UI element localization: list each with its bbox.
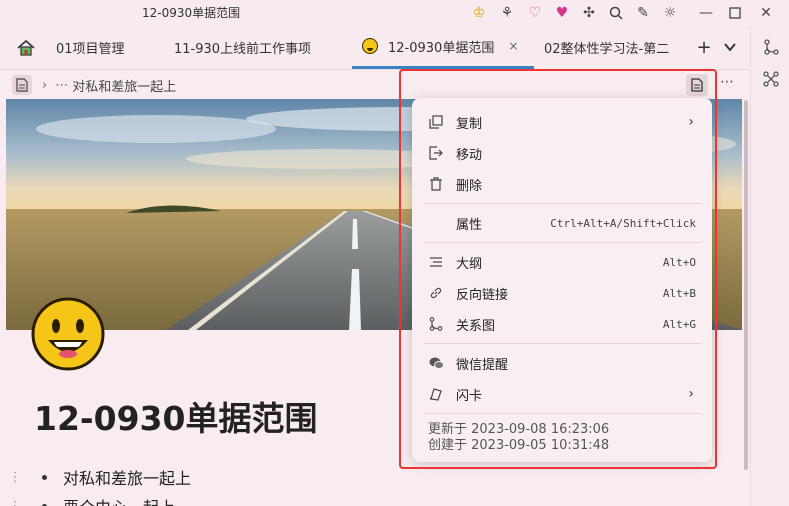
- add-tab-icon[interactable]: +: [693, 36, 715, 58]
- document-icon[interactable]: [12, 75, 32, 95]
- flashcard-icon: [428, 386, 444, 402]
- shirt-icon[interactable]: ⚘: [497, 3, 517, 23]
- scrollbar[interactable]: [744, 100, 748, 470]
- chevron-right-icon: ›: [688, 386, 694, 402]
- close-icon[interactable]: ✕: [756, 3, 776, 23]
- menu-item-copy[interactable]: 复制 ›: [418, 108, 706, 136]
- tab-label: 01项目管理: [56, 42, 125, 57]
- tab-holistic-learning[interactable]: 02整体性学习法-第二: [544, 26, 682, 69]
- menu-item-label: 微信提醒: [456, 357, 509, 373]
- menu-item-label: 属性: [456, 217, 483, 233]
- theme-icon[interactable]: ☼: [660, 3, 680, 23]
- list-icon: ⋯: [55, 77, 69, 93]
- blank-icon: [428, 215, 444, 231]
- list-handle-icon[interactable]: ⋮: [0, 470, 30, 485]
- graph-icon: [428, 316, 444, 332]
- trash-icon: [428, 176, 444, 192]
- menu-item-shortcut: Alt+B: [662, 286, 696, 300]
- crown-icon[interactable]: ♔: [469, 3, 489, 23]
- global-graph-icon[interactable]: [762, 70, 780, 88]
- window-title: 12-0930单据范围: [142, 6, 241, 20]
- tab-label: 11-930上线前工作事项: [174, 42, 312, 57]
- menu-item-shortcut: Ctrl+Alt+A/Shift+Click: [550, 216, 696, 230]
- graph-icon[interactable]: [762, 38, 780, 56]
- more-icon[interactable]: ⋯: [720, 74, 735, 90]
- move-icon: [428, 145, 444, 161]
- menu-item-label: 反向链接: [456, 287, 509, 303]
- chevron-right-icon: ›: [688, 114, 694, 130]
- menu-separator: [424, 413, 702, 414]
- right-dock: [750, 26, 789, 506]
- tab-close-icon[interactable]: ×: [508, 39, 518, 53]
- list-item[interactable]: ⋮ 对私和差旅一起上: [0, 465, 192, 489]
- puzzle-icon[interactable]: ✣: [579, 3, 599, 23]
- menu-item-shortcut: Alt+O: [662, 255, 696, 269]
- bullet-icon: [42, 474, 47, 480]
- menu-item-label: 闪卡: [456, 388, 483, 404]
- tab-label: 12-0930单据范围: [388, 40, 495, 56]
- breadcrumb: › ⋯ 对私和差旅一起上: [12, 72, 176, 98]
- menu-item-backlinks[interactable]: 反向链接 Alt+B: [418, 279, 706, 307]
- outline-icon: [428, 254, 444, 270]
- grinning-face-icon: [362, 38, 378, 54]
- tab-label: 02整体性学习法-第二: [544, 42, 670, 57]
- menu-item-move[interactable]: 移动: [418, 139, 706, 167]
- tab-pre-launch[interactable]: 11-930上线前工作事项: [174, 26, 334, 69]
- menu-item-attributes[interactable]: 属性 Ctrl+Alt+A/Shift+Click: [418, 209, 706, 237]
- document-icon[interactable]: [686, 74, 708, 96]
- page-title: 12-0930单据范围: [34, 399, 318, 438]
- menu-item-shortcut: Alt+G: [662, 317, 696, 331]
- minimize-icon[interactable]: —: [696, 3, 716, 23]
- chevron-right-icon: ›: [42, 77, 48, 93]
- search-icon[interactable]: [606, 3, 626, 23]
- copy-icon: [428, 114, 444, 130]
- link-icon: [428, 285, 444, 301]
- menu-item-label: 移动: [456, 147, 483, 163]
- grinning-face-icon[interactable]: [30, 296, 106, 372]
- chevron-down-icon[interactable]: [719, 36, 741, 58]
- menu-item-wechat-reminder[interactable]: 微信提醒: [418, 349, 706, 377]
- list-handle-icon[interactable]: ⋮: [0, 499, 30, 506]
- tab-bar: 01项目管理 11-930上线前工作事项 12-0930单据范围 × 02整体性…: [0, 26, 750, 70]
- tab-project-management[interactable]: 01项目管理: [56, 26, 156, 69]
- menu-separator: [424, 343, 702, 344]
- heart-outline-icon[interactable]: ♡: [525, 3, 545, 23]
- document-context-menu: 复制 › 移动 删除 属性 Ctrl+Alt+A/Shift+Click 大纲 …: [412, 98, 712, 462]
- edit-icon[interactable]: ✎: [633, 3, 653, 23]
- list-item-text: 对私和差旅一起上: [63, 469, 192, 488]
- menu-item-label: 大纲: [456, 256, 483, 272]
- menu-item-graph[interactable]: 关系图 Alt+G: [418, 310, 706, 338]
- list-item-text: 覀仝由心一起上: [63, 494, 175, 506]
- menu-separator: [424, 203, 702, 204]
- maximize-icon[interactable]: [725, 3, 745, 23]
- tab-document-scope[interactable]: 12-0930单据范围 ×: [352, 26, 534, 69]
- menu-separator: [424, 242, 702, 243]
- title-bar: 12-0930单据范围 ♔ ⚘ ♡ ♥ ✣ ✎ ☼ — ✕: [0, 0, 789, 26]
- menu-item-label: 复制: [456, 116, 483, 132]
- home-icon[interactable]: [16, 38, 36, 58]
- created-timestamp: 创建于 2023-09-05 10:31:48: [428, 438, 610, 453]
- menu-item-delete[interactable]: 删除: [418, 170, 706, 198]
- wechat-icon: [428, 355, 444, 371]
- heart-icon[interactable]: ♥: [552, 3, 572, 23]
- menu-item-flashcard[interactable]: 闪卡 ›: [418, 380, 706, 408]
- menu-item-label: 删除: [456, 178, 483, 194]
- breadcrumb-item[interactable]: 对私和差旅一起上: [72, 76, 176, 95]
- list-item[interactable]: ⋮ 覀仝由心一起上: [0, 494, 175, 506]
- menu-item-label: 关系图: [456, 318, 496, 334]
- menu-item-outline[interactable]: 大纲 Alt+O: [418, 248, 706, 276]
